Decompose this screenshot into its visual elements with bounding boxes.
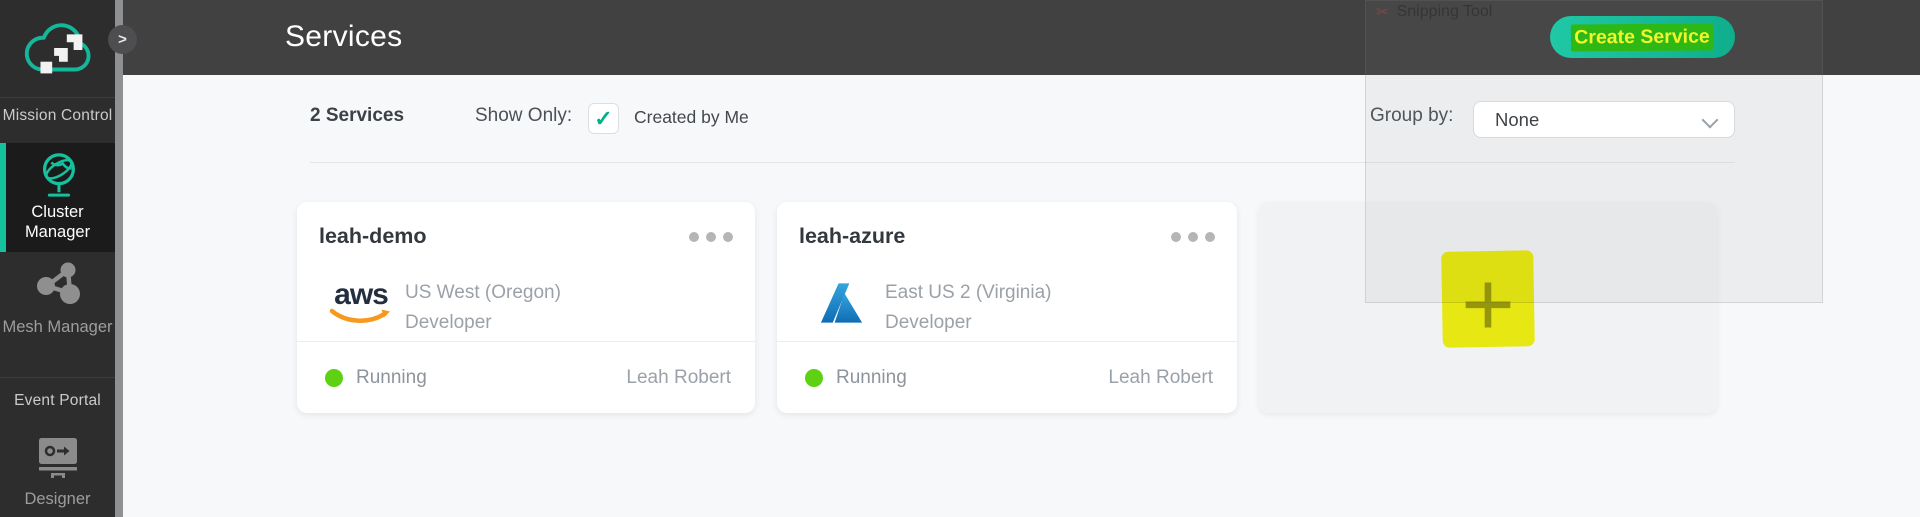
sidebar-item-mesh-manager[interactable]: Mesh Manager: [0, 252, 115, 360]
scissors-icon: ✂: [1376, 4, 1389, 21]
sidebar-item-cluster-manager-label: Cluster Manager: [24, 203, 91, 241]
sidebar-item-designer[interactable]: Designer: [0, 432, 115, 512]
show-only-label: Show Only:: [475, 105, 573, 126]
sidebar-section-event-portal: Event Portal: [14, 392, 101, 409]
mesh-nodes-icon: [0, 261, 115, 307]
service-status: Running: [836, 366, 907, 388]
create-service-button-label: Create Service: [1574, 25, 1710, 49]
service-name: leah-azure: [799, 224, 906, 248]
azure-logo: [805, 276, 877, 330]
service-owner: Leah Robert: [1108, 366, 1213, 388]
group-by-select[interactable]: None: [1473, 101, 1735, 138]
divider: [0, 97, 115, 98]
card-footer: Running Leah Robert: [297, 341, 755, 413]
create-service-highlight-annotation: Create Service: [1570, 23, 1714, 52]
page-title: Services: [285, 20, 403, 53]
service-region: East US 2 (Virginia): [885, 282, 1052, 303]
sidebar-section-mission-control: Mission Control: [2, 107, 113, 124]
more-options-icon[interactable]: [689, 232, 733, 242]
sidebar-item-mesh-manager-label: Mesh Manager: [2, 318, 113, 336]
solace-cloud-logo: [20, 18, 98, 82]
card-footer: Running Leah Robert: [777, 341, 1237, 413]
service-owner: Leah Robert: [626, 366, 731, 388]
highlight-annotation: [1441, 250, 1535, 348]
sidebar: Mission Control Cluster Manager Mesh Man…: [0, 0, 115, 517]
designer-board-icon: [0, 436, 115, 480]
services-count: 2 Services: [310, 105, 405, 126]
created-by-me-label: Created by Me: [634, 107, 749, 127]
service-class: Developer: [885, 312, 972, 333]
sidebar-scrollbar[interactable]: [115, 0, 123, 517]
ghost-window-title: Snipping Tool: [1396, 3, 1493, 20]
service-card-leah-azure[interactable]: leah-azure East US 2 (Virginia) Develope…: [777, 202, 1237, 413]
chevron-right-icon: >: [118, 31, 127, 48]
created-by-me-checkbox[interactable]: ✓: [588, 103, 619, 134]
service-class: Developer: [405, 312, 492, 333]
chevron-down-icon: [1701, 111, 1719, 129]
globe-icon: [0, 150, 115, 200]
app-window: Mission Control Cluster Manager Mesh Man…: [0, 0, 1920, 517]
more-options-icon[interactable]: [1171, 232, 1215, 242]
divider: [0, 377, 115, 378]
group-by-value: None: [1495, 108, 1540, 130]
service-card-leah-demo[interactable]: leah-demo aws US West (Oregon) Developer…: [297, 202, 755, 413]
service-region: US West (Oregon): [405, 282, 561, 303]
status-running-icon: [325, 368, 343, 387]
sidebar-expand-button[interactable]: >: [108, 25, 137, 54]
sidebar-item-designer-label: Designer: [24, 490, 91, 508]
status-running-icon: [805, 368, 823, 387]
create-service-button[interactable]: Create Service: [1550, 16, 1735, 58]
service-name: leah-demo: [319, 224, 427, 248]
aws-logo: aws: [325, 276, 397, 330]
service-status: Running: [356, 366, 427, 388]
check-icon: ✓: [594, 105, 613, 131]
